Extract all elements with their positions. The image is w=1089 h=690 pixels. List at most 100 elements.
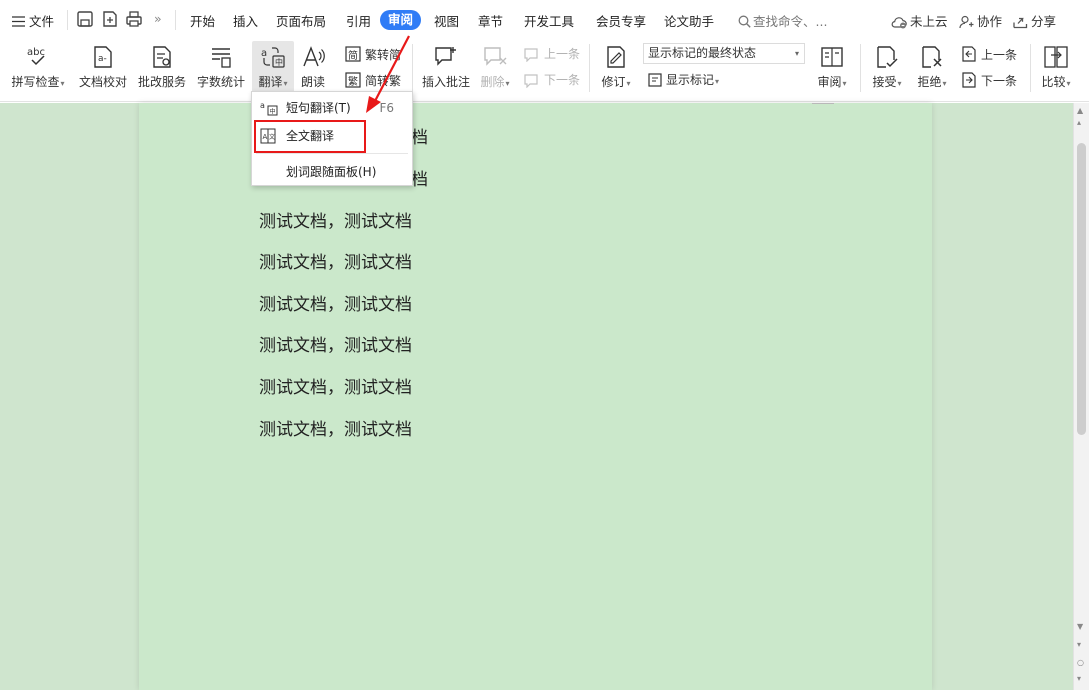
scroll-down-icon[interactable]: ▼ bbox=[1077, 623, 1083, 631]
menu-bar: 文件 » 开始 插入 页面布局 引用 审阅 视图 章节 开发工具 会员专享 论文… bbox=[0, 0, 1089, 40]
collaborate-icon bbox=[959, 15, 974, 29]
menu-item-sentence-translate[interactable]: a中 短句翻译(T) F6 bbox=[252, 95, 412, 121]
spell-check-button[interactable]: abc 拼写检查▾ bbox=[6, 42, 70, 92]
word-count-button[interactable]: 字数统计 bbox=[194, 42, 248, 92]
more-quick-tools[interactable]: » bbox=[154, 11, 162, 26]
chevron-down-icon: ▾ bbox=[794, 49, 799, 58]
delete-comment-button[interactable]: 删除▾ bbox=[478, 42, 512, 92]
tab-developer[interactable]: 开发工具 bbox=[524, 11, 574, 30]
document-line: 测试文档，测试文档 bbox=[259, 336, 412, 356]
translate-icon: a中 bbox=[260, 101, 278, 116]
document-workspace: 档 档 测试文档，测试文档 测试文档，测试文档 测试文档，测试文档 测试文档，测… bbox=[0, 103, 1073, 690]
review-pane-button[interactable]: 审阅▾ bbox=[812, 42, 852, 92]
accept-button[interactable]: 接受▾ bbox=[867, 42, 907, 92]
svg-text:繁: 繁 bbox=[348, 75, 358, 88]
file-menu[interactable]: 文件 bbox=[12, 11, 54, 30]
menu-divider bbox=[256, 153, 408, 154]
svg-text:a-: a- bbox=[98, 54, 107, 64]
svg-text:abc: abc bbox=[27, 47, 45, 58]
cloud-icon bbox=[891, 17, 907, 29]
tab-references[interactable]: 引用 bbox=[346, 11, 371, 30]
search-icon bbox=[738, 15, 751, 28]
save-icon[interactable] bbox=[76, 10, 94, 28]
svg-text:a: a bbox=[261, 48, 267, 59]
print-icon[interactable] bbox=[125, 10, 143, 28]
tab-member[interactable]: 会员专享 bbox=[596, 11, 646, 30]
select-browse-object-icon[interactable]: ○ bbox=[1077, 659, 1084, 667]
tab-view[interactable]: 视图 bbox=[434, 11, 459, 30]
share-button[interactable]: 分享 bbox=[1013, 11, 1056, 30]
document-line-partial: 档 bbox=[411, 128, 428, 148]
document-line: 测试文档，测试文档 bbox=[259, 253, 412, 273]
review-pane-icon bbox=[821, 47, 843, 67]
prev-comment-icon bbox=[524, 48, 538, 63]
show-markup-icon bbox=[648, 73, 662, 87]
compare-icon bbox=[1044, 46, 1068, 68]
prev-change-icon bbox=[962, 46, 976, 62]
next-page-icon[interactable]: ▾ bbox=[1077, 675, 1081, 683]
insert-comment-button[interactable]: 插入批注 bbox=[419, 42, 473, 92]
page-margin-mark bbox=[812, 103, 834, 113]
document-page[interactable]: 档 档 测试文档，测试文档 测试文档，测试文档 测试文档，测试文档 测试文档，测… bbox=[139, 103, 932, 690]
document-line: 测试文档，测试文档 bbox=[259, 420, 412, 440]
export-pdf-icon[interactable] bbox=[101, 10, 119, 28]
scroll-up-icon[interactable]: ▲ bbox=[1077, 107, 1083, 115]
scrollbar-thumb[interactable] bbox=[1077, 143, 1086, 435]
vertical-scrollbar[interactable]: ▲ ▴ ▼ ▾ ○ ▾ bbox=[1073, 103, 1089, 690]
read-aloud-button[interactable]: 朗读 bbox=[296, 42, 330, 92]
page-up-icon[interactable]: ▴ bbox=[1077, 119, 1081, 127]
prev-comment-button[interactable]: 上一条 bbox=[523, 45, 580, 63]
doc-check-button[interactable]: a- 文档校对 bbox=[76, 42, 130, 92]
revise-service-icon bbox=[153, 46, 171, 68]
spell-check-icon: abc bbox=[27, 47, 45, 66]
next-comment-button[interactable]: 下一条 bbox=[523, 71, 580, 89]
share-icon bbox=[1013, 17, 1028, 29]
hamburger-icon bbox=[12, 16, 25, 27]
svg-text:a: a bbox=[260, 101, 265, 110]
menu-item-word-follow-panel[interactable]: 划词跟随面板(H) bbox=[252, 159, 412, 185]
track-changes-button[interactable]: 修订▾ bbox=[597, 42, 635, 92]
tab-chapter[interactable]: 章节 bbox=[478, 11, 503, 30]
compare-button[interactable]: 比较▾ bbox=[1036, 42, 1076, 92]
reject-button[interactable]: 拒绝▾ bbox=[912, 42, 952, 92]
cloud-status-button[interactable]: 未上云 bbox=[891, 11, 948, 30]
document-line: 测试文档，测试文档 bbox=[259, 295, 412, 315]
document-line: 测试文档，测试文档 bbox=[259, 212, 412, 232]
trad-to-simp-button[interactable]: 简繁转简 bbox=[344, 45, 401, 63]
next-change-button[interactable]: 下一条 bbox=[960, 71, 1017, 89]
read-aloud-icon bbox=[303, 46, 325, 67]
accept-icon bbox=[877, 46, 898, 68]
svg-text:中: 中 bbox=[270, 108, 276, 116]
ribbon-toolbar: abc 拼写检查▾ a- 文档校对 批改服务 字数统计 a中 翻译▾ 朗读 简繁… bbox=[0, 40, 1089, 102]
tab-paper-assistant[interactable]: 论文助手 bbox=[664, 11, 714, 30]
svg-text:简: 简 bbox=[348, 49, 358, 62]
document-line: 测试文档，测试文档 bbox=[259, 378, 412, 398]
tab-review[interactable]: 审阅 bbox=[380, 10, 422, 30]
collaborate-button[interactable]: 协作 bbox=[959, 11, 1002, 30]
prev-change-button[interactable]: 上一条 bbox=[960, 45, 1017, 63]
markup-display-select[interactable]: 显示标记的最终状态 ▾ bbox=[643, 43, 805, 64]
trad-to-simp-icon: 简 bbox=[345, 46, 361, 62]
svg-text:中: 中 bbox=[275, 57, 283, 67]
highlight-annotation-box bbox=[254, 120, 366, 153]
simp-to-trad-icon: 繁 bbox=[345, 72, 361, 88]
reject-icon bbox=[922, 46, 942, 68]
revise-service-button[interactable]: 批改服务 bbox=[135, 42, 189, 92]
tab-insert[interactable]: 插入 bbox=[233, 11, 258, 30]
page-down-icon[interactable]: ▾ bbox=[1077, 641, 1081, 649]
tab-start[interactable]: 开始 bbox=[190, 11, 215, 30]
delete-comment-icon bbox=[484, 47, 507, 66]
doc-check-icon: a- bbox=[94, 46, 112, 68]
translate-icon: a中 bbox=[261, 47, 285, 68]
document-line-partial: 档 bbox=[411, 170, 428, 190]
show-markup-button[interactable]: 显示标记▾ bbox=[647, 71, 719, 88]
command-search[interactable]: 查找命令、... bbox=[738, 11, 827, 30]
tab-page-layout[interactable]: 页面布局 bbox=[276, 11, 326, 30]
simp-to-trad-button[interactable]: 繁简转繁 bbox=[344, 71, 401, 89]
insert-comment-icon bbox=[435, 47, 456, 66]
translate-button[interactable]: a中 翻译▾ bbox=[252, 41, 294, 93]
track-changes-icon bbox=[607, 46, 625, 68]
next-change-icon bbox=[962, 72, 976, 88]
word-count-icon bbox=[212, 48, 231, 68]
next-comment-icon bbox=[524, 74, 538, 89]
